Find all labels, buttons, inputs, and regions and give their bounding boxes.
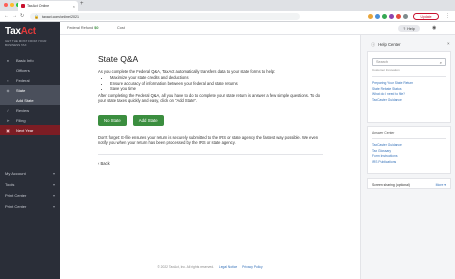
forward-arrow-icon[interactable]: →	[12, 13, 17, 19]
new-tab-button[interactable]: +	[80, 1, 84, 7]
sidebar-item-print-center[interactable]: Print Center ▾	[0, 190, 60, 201]
federal-refund[interactable]: Federal Refund $0	[67, 26, 98, 30]
instructions-text: After completing the Federal Q&A, all yo…	[98, 93, 321, 104]
no-state-button[interactable]: No State	[98, 114, 127, 126]
efile-note: Don't forget: E-file ensures your return…	[98, 134, 319, 145]
extension-icon[interactable]	[396, 14, 401, 19]
section-title: Answer Center	[372, 131, 395, 135]
category-label: Customer Innovation	[372, 68, 400, 72]
more-link[interactable]: More ▾	[436, 183, 446, 187]
help-search-input[interactable]: Search ⌕	[372, 58, 446, 66]
refund-amount: $0	[94, 26, 99, 30]
calendar-icon: ▣	[6, 127, 10, 133]
search-icon[interactable]: ⌕	[440, 60, 442, 65]
sidebar-item-my-account[interactable]: My Account ▾	[0, 168, 60, 179]
chevron-left-icon: ‹	[98, 161, 100, 167]
extension-icon[interactable]	[389, 14, 394, 19]
sidebar-item-basic-info[interactable]: ● Basic Info	[0, 55, 60, 65]
help-center-panel: ⓘ Help Center × Search ⌕ Customer Innovat…	[360, 35, 455, 279]
user-menu-icon[interactable]: ◉	[432, 25, 436, 31]
address-bar: ← → ↻ 🔒 taxact.com/online/2021 Update ⋮	[0, 11, 455, 22]
cost-link[interactable]: Cost	[117, 26, 125, 30]
extension-icon[interactable]	[382, 14, 387, 19]
send-icon: ➤	[6, 117, 10, 123]
chevron-down-icon: ▾	[52, 182, 55, 187]
url-text: taxact.com/online/2021	[41, 14, 79, 19]
divider	[98, 154, 323, 156]
help-header: ? Help ◉	[360, 22, 455, 35]
taxact-favicon-icon	[21, 4, 25, 8]
profile-avatar-icon[interactable]	[403, 14, 408, 19]
sidebar-item-officers[interactable]: Officers	[0, 65, 60, 75]
check-icon: ✓	[6, 107, 10, 113]
sidebar-item-print-center-2[interactable]: Print Center ▾	[0, 201, 60, 212]
browser-tab[interactable]: TaxAct Online ×	[18, 1, 78, 11]
intro-text: As you complete the Federal Q&A, TaxAct …	[98, 69, 276, 74]
help-toggle-button[interactable]: ? Help	[398, 25, 420, 32]
reload-icon[interactable]: ↻	[20, 13, 24, 19]
legal-notice-link[interactable]: Legal Notice	[219, 265, 237, 269]
answer-center-card: Answer Center TaxCaster Guidance Tax Glo…	[367, 126, 451, 174]
close-icon[interactable]: ×	[447, 41, 450, 46]
extension-icon[interactable]	[375, 14, 380, 19]
sidebar-item-tools[interactable]: Tools ▾	[0, 179, 60, 190]
add-state-button[interactable]: Add State	[132, 114, 164, 126]
close-window-icon[interactable]	[4, 3, 8, 7]
tab-title: TaxAct Online	[27, 4, 50, 8]
browser-menu-icon[interactable]: ⋮	[445, 13, 450, 19]
close-tab-icon[interactable]: ×	[73, 4, 75, 9]
back-arrow-icon[interactable]: ←	[4, 13, 9, 19]
map-icon: ◆	[6, 87, 10, 93]
sidebar-item-next-year[interactable]: ▣ Next Year	[0, 125, 60, 135]
sidebar-item-federal[interactable]: ▪ Federal	[0, 75, 60, 85]
action-buttons: No State Add State	[98, 114, 323, 126]
sidebar-nav: ● Basic Info Officers ▪ Federal ◆ State …	[0, 55, 60, 135]
taxact-logo[interactable]: TaxAct	[5, 26, 36, 37]
minimize-window-icon[interactable]	[10, 3, 14, 7]
question-icon: ?	[403, 26, 406, 31]
help-circle-icon: ⓘ	[371, 42, 376, 47]
chevron-down-icon: ▾	[52, 171, 55, 176]
help-link[interactable]: TaxCaster Guidance	[368, 98, 450, 104]
list-item: Save you time	[110, 86, 323, 92]
divider	[372, 76, 446, 77]
main-content: State Q&A As you complete the Federal Q&…	[60, 35, 360, 279]
back-link[interactable]: ‹ Back	[98, 161, 323, 166]
person-icon: ●	[6, 57, 10, 63]
divider	[372, 138, 446, 139]
flag-icon: ▪	[7, 77, 9, 83]
page-footer: © 2022 TaxAct, Inc. All rights reserved.…	[157, 265, 263, 269]
help-search-card: Search ⌕ Customer Innovation Preparing Y…	[367, 51, 451, 123]
screen-sharing-row[interactable]: Screen sharing (optional) More ▾	[368, 179, 450, 190]
extension-icon[interactable]	[368, 14, 373, 19]
page-title: State Q&A	[98, 54, 139, 64]
sidebar-item-filing[interactable]: ➤ Filing	[0, 115, 60, 125]
url-field[interactable]: 🔒 taxact.com/online/2021	[30, 13, 300, 20]
sidebar-secondary-nav: My Account ▾ Tools ▾ Print Center ▾ Prin…	[0, 168, 60, 212]
privacy-policy-link[interactable]: Privacy Policy	[242, 265, 263, 269]
screen-sharing-card: Screen sharing (optional) More ▾	[367, 178, 451, 189]
browser-update-button[interactable]: Update	[413, 13, 439, 20]
browser-tab-bar: TaxAct Online × +	[0, 0, 455, 11]
help-link[interactable]: IRS Publications	[368, 160, 450, 166]
sidebar-item-review[interactable]: ✓ Review	[0, 105, 60, 115]
app-sidebar: TaxAct GET THE MOST FROM YOUR BUSINESS T…	[0, 22, 60, 279]
logo-tagline: GET THE MOST FROM YOUR BUSINESS TAX	[5, 39, 47, 47]
sidebar-item-add-state[interactable]: Add State	[0, 95, 60, 105]
help-panel-title: ⓘ Help Center	[371, 42, 401, 47]
chevron-down-icon: ▾	[52, 193, 55, 198]
sidebar-item-state[interactable]: ◆ State	[0, 85, 60, 95]
lock-icon: 🔒	[34, 14, 39, 19]
app-header: Federal Refund $0 Cost	[60, 22, 360, 35]
benefits-list: Maximize your state credits and deductio…	[98, 75, 323, 92]
chevron-down-icon: ▾	[52, 204, 55, 209]
state-qa-section: State Q&A As you complete the Federal Q&…	[98, 54, 323, 166]
